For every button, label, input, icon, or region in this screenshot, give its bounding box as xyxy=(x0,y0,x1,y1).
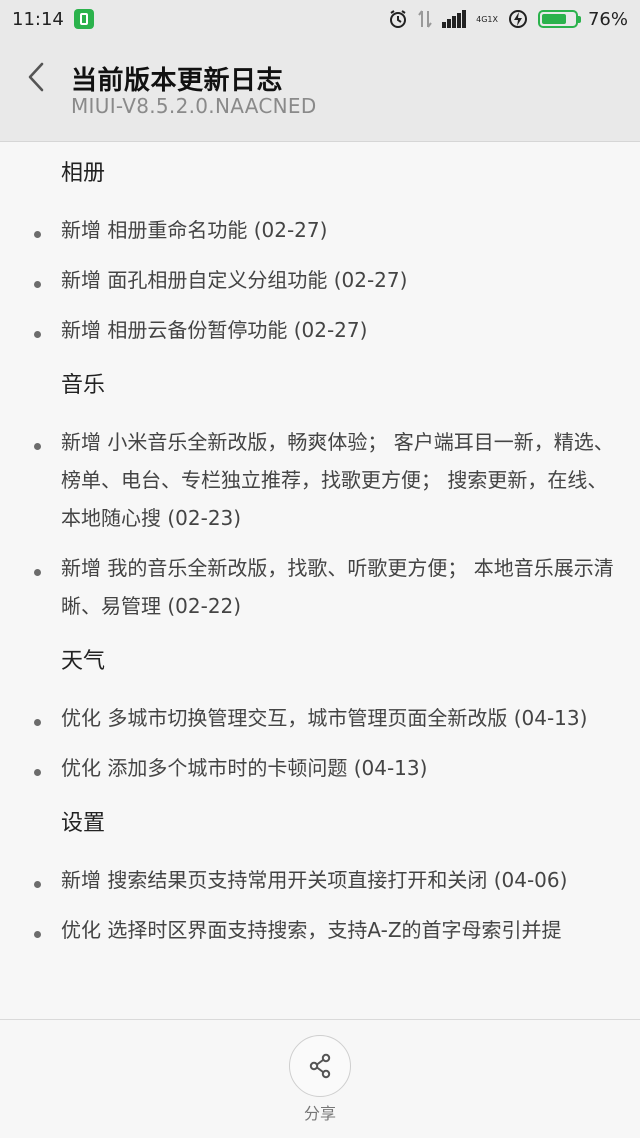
network-type-label: 4G xyxy=(476,14,488,24)
data-transfer-icon xyxy=(418,9,432,29)
status-bar-left: 11:14 xyxy=(12,9,94,30)
status-bar: 11:14 4G 1X 76% xyxy=(0,0,640,38)
status-time: 11:14 xyxy=(12,8,64,30)
list-item: 优化 选择时区界面支持搜索，支持A-Z的首字母索引并提 xyxy=(0,905,640,955)
section-title: 相册 xyxy=(61,161,106,186)
list-item: 新增 相册云备份暂停功能 (02-27) xyxy=(0,305,640,355)
network-type-icon: 4G 1X xyxy=(476,15,498,24)
charging-icon xyxy=(508,9,528,29)
section-title: 音乐 xyxy=(61,373,106,398)
header: 当前版本更新日志 MIUI-V8.5.2.0.NAACNED xyxy=(0,38,640,142)
list-item: 新增 搜索结果页支持常用开关项直接打开和关闭 (04-06) xyxy=(0,855,640,905)
list-item: 新增 我的音乐全新改版，找歌、听歌更方便； 本地音乐展示清晰、易管理 (02-2… xyxy=(0,543,640,631)
section-title: 设置 xyxy=(61,811,106,836)
alarm-icon xyxy=(388,9,408,29)
list-item: 新增 小米音乐全新改版，畅爽体验； 客户端耳目一新，精选、榜单、电台、专栏独立推… xyxy=(0,417,640,543)
share-icon xyxy=(309,1053,331,1079)
section-title: 天气 xyxy=(61,649,106,674)
list-item: 新增 面孔相册自定义分组功能 (02-27) xyxy=(0,255,640,305)
share-button[interactable] xyxy=(289,1035,351,1097)
page-title: 当前版本更新日志 xyxy=(71,66,284,96)
signal-icon xyxy=(442,10,467,28)
share-label: 分享 xyxy=(303,1104,336,1123)
back-button[interactable] xyxy=(22,60,52,94)
section-album: 相册 新增 相册重命名功能 (02-27) 新增 面孔相册自定义分组功能 (02… xyxy=(0,143,640,355)
sim-label: 1X xyxy=(487,14,498,24)
version-subtitle: MIUI-V8.5.2.0.NAACNED xyxy=(71,94,317,118)
chevron-left-icon xyxy=(28,62,44,92)
section-weather: 天气 优化 多城市切换管理交互，城市管理页面全新改版 (04-13) 优化 添加… xyxy=(0,631,640,793)
bottom-bar: 分享 xyxy=(0,1019,640,1138)
list-item: 优化 多城市切换管理交互，城市管理页面全新改版 (04-13) xyxy=(0,693,640,743)
section-music: 音乐 新增 小米音乐全新改版，畅爽体验； 客户端耳目一新，精选、榜单、电台、专栏… xyxy=(0,355,640,631)
status-bar-right: 4G 1X 76% xyxy=(388,9,628,30)
changelog-content[interactable]: 相册 新增 相册重命名功能 (02-27) 新增 面孔相册自定义分组功能 (02… xyxy=(0,143,640,1019)
battery-saver-icon xyxy=(73,9,94,29)
list-item: 优化 添加多个城市时的卡顿问题 (04-13) xyxy=(0,743,640,793)
section-settings: 设置 新增 搜索结果页支持常用开关项直接打开和关闭 (04-06) 优化 选择时… xyxy=(0,793,640,955)
list-item: 新增 相册重命名功能 (02-27) xyxy=(0,205,640,255)
battery-percent: 76% xyxy=(587,8,628,30)
battery-level-fill xyxy=(541,14,567,24)
battery-icon xyxy=(537,10,581,28)
phone-screen: 11:14 4G 1X 76% 当前版本更新日志 MIUI-V8.5.2.0.N… xyxy=(0,0,640,1138)
